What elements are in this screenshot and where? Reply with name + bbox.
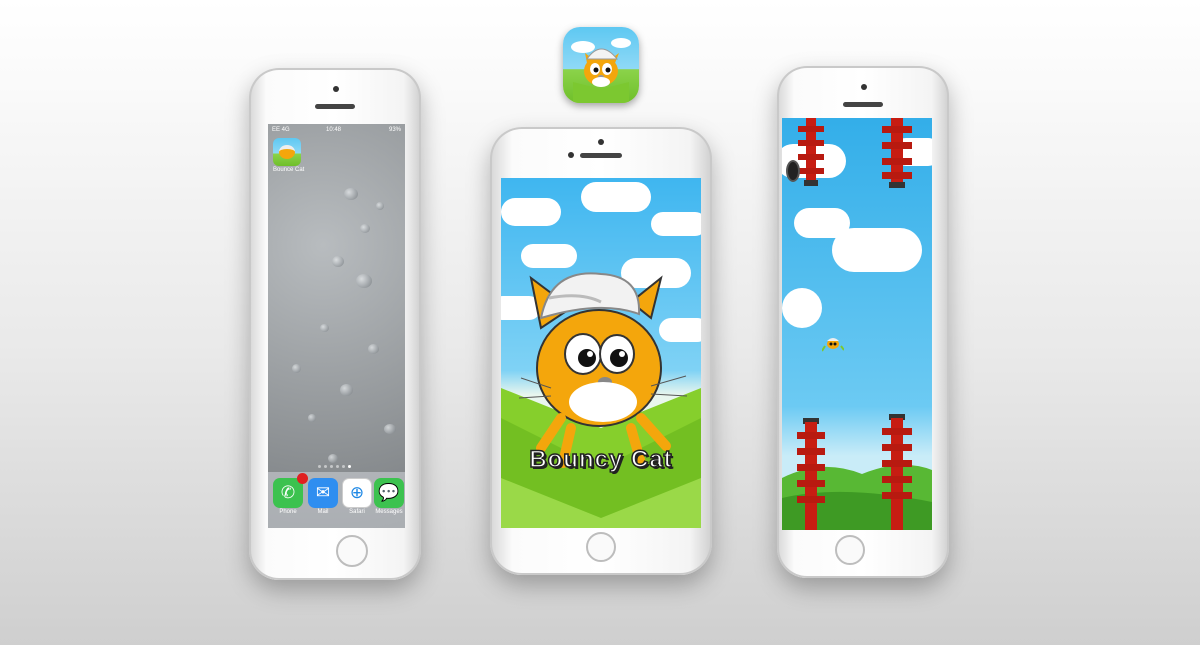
cat-mascot [518,272,688,468]
left-phone-camera [333,86,339,92]
flying-cat-icon [822,338,844,352]
pipe-top-left [798,118,824,188]
left-phone-home-button[interactable] [336,535,368,567]
safari-icon: ⊕ [342,478,372,508]
messages-icon: 💬 [374,478,404,508]
home-app-bounce-cat[interactable]: Bounce Cat [273,138,305,173]
app-icon[interactable] [563,27,639,103]
dock-phone[interactable]: ✆ Phone [273,473,308,515]
left-phone-speaker [315,104,355,109]
dock-label: Phone [279,509,297,515]
center-phone-screen: Bouncy Cat [501,178,701,528]
status-battery: 93% [388,127,401,133]
pipe-bottom-left [797,418,825,530]
cat-face-icon [571,38,631,103]
dock-label: Messages [375,509,403,515]
left-phone-screen: EE 4G 10:48 93% Bounce Cat ✆ Phone ✉ Mai [268,124,405,528]
page-dots [318,465,351,468]
status-carrier: EE 4G [272,127,290,133]
raindrop [308,414,316,422]
raindrop [376,202,384,210]
dock-messages[interactable]: 💬 Messages [374,478,404,515]
right-phone-speaker [843,102,883,107]
center-phone-speaker [580,153,622,158]
status-time: 10:48 [326,127,342,133]
raindrop [320,324,329,332]
right-phone [777,66,949,578]
raindrop [360,224,370,233]
dock-mail[interactable]: ✉ Mail [308,478,338,515]
dock-label: Mail [317,509,329,515]
right-phone-screen [782,118,932,530]
right-phone-camera [861,84,867,90]
notification-badge [297,473,308,484]
raindrop [328,454,338,463]
mail-icon: ✉ [308,478,338,508]
raindrop [344,188,358,200]
left-phone: EE 4G 10:48 93% Bounce Cat ✆ Phone ✉ Mai [249,68,421,580]
right-phone-home-button[interactable] [835,535,865,565]
raindrop [332,256,344,267]
raindrop [356,274,372,288]
center-phone: Bouncy Cat [490,127,712,575]
center-phone-front-camera [568,152,574,158]
pipe-bottom-right [882,414,912,530]
raindrop [368,344,379,354]
pipe-top-right [882,118,912,192]
bounce-cat-icon [273,138,301,166]
dock-safari[interactable]: ⊕ Safari [342,478,372,515]
center-phone-camera-top [598,139,604,145]
raindrop [340,384,353,396]
dock-label: Safari [349,509,365,515]
black-tire [786,160,800,182]
raindrop [384,424,396,434]
home-app-label: Bounce Cat [273,167,305,173]
phone-icon: ✆ [273,473,308,508]
raindrop [292,364,301,373]
center-phone-home-button[interactable] [586,532,616,562]
dock: ✆ Phone ✉ Mail ⊕ Safari 💬 Messages [268,472,405,528]
splash-title: Bouncy Cat [529,445,673,474]
